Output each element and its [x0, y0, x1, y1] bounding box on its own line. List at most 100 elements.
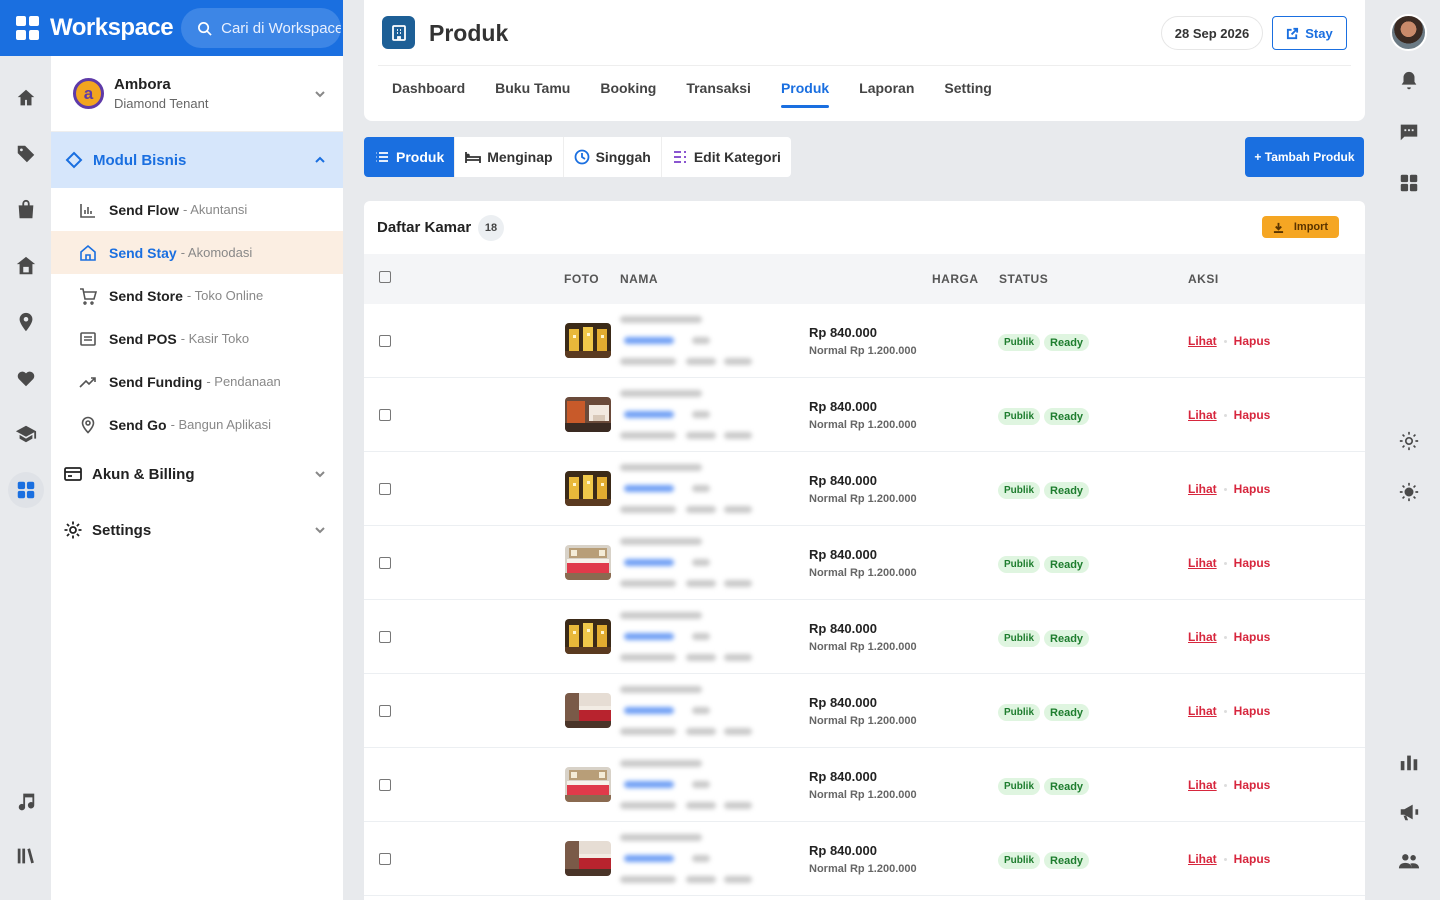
- location-icon: [81, 416, 95, 434]
- view-link[interactable]: Lihat: [1188, 408, 1217, 422]
- select-all-checkbox[interactable]: [379, 271, 391, 283]
- delete-link[interactable]: Hapus: [1234, 778, 1271, 792]
- row-checkbox[interactable]: [379, 705, 391, 717]
- action-cell: Lihat Hapus: [1188, 482, 1270, 496]
- action-cell: Lihat Hapus: [1188, 556, 1270, 570]
- tab-dashboard[interactable]: Dashboard: [392, 80, 465, 108]
- price-value: Rp 840.000: [809, 399, 877, 414]
- library-icon[interactable]: [8, 838, 44, 874]
- view-link[interactable]: Lihat: [1188, 630, 1217, 644]
- bag-icon[interactable]: [8, 192, 44, 228]
- delete-link[interactable]: Hapus: [1234, 852, 1271, 866]
- house-icon[interactable]: [8, 248, 44, 284]
- subtab-singgah[interactable]: Singgah: [564, 137, 662, 177]
- sidebar-item-send-funding[interactable]: Send Funding - Pendanaan: [51, 360, 343, 403]
- room-photo[interactable]: [565, 323, 611, 358]
- settings-label: Settings: [92, 521, 152, 539]
- apps-icon[interactable]: [1397, 171, 1421, 195]
- delete-link[interactable]: Hapus: [1234, 556, 1271, 570]
- sidebar-item-send-flow[interactable]: Send Flow - Akuntansi: [51, 188, 343, 231]
- modul-bisnis-label: Modul Bisnis: [93, 151, 187, 169]
- row-checkbox[interactable]: [379, 483, 391, 495]
- status-badge-publik: Publik: [998, 704, 1041, 721]
- settings-section[interactable]: Settings: [51, 502, 343, 558]
- tag-icon[interactable]: [8, 136, 44, 172]
- subtab-menginap[interactable]: Menginap: [455, 137, 564, 177]
- room-photo[interactable]: [565, 397, 611, 432]
- tab-produk[interactable]: Produk: [780, 80, 830, 108]
- row-checkbox[interactable]: [379, 409, 391, 421]
- view-link[interactable]: Lihat: [1188, 704, 1217, 718]
- user-avatar[interactable]: [1390, 14, 1427, 51]
- view-link[interactable]: Lihat: [1188, 482, 1217, 496]
- home-icon[interactable]: [8, 80, 44, 116]
- import-button[interactable]: Import: [1262, 216, 1339, 238]
- tab-buku-tamu[interactable]: Buku Tamu: [495, 80, 570, 108]
- sidebar: a Ambora Diamond Tenant Modul Bisnis Sen…: [51, 56, 343, 900]
- row-checkbox[interactable]: [379, 853, 391, 865]
- table-row: Rp 840.000 Normal Rp 1.200.000 Publik Re…: [364, 526, 1365, 600]
- room-photo[interactable]: [565, 619, 611, 654]
- tab-transaksi[interactable]: Transaksi: [686, 80, 751, 108]
- modul-bisnis-section[interactable]: Modul Bisnis: [51, 132, 343, 188]
- item-desc: - Kasir Toko: [180, 331, 250, 346]
- sidebar-item-send-store[interactable]: Send Store - Toko Online: [51, 274, 343, 317]
- subtab-edit-kategori[interactable]: Edit Kategori: [662, 137, 791, 177]
- brightness-icon[interactable]: [1397, 480, 1421, 504]
- view-link[interactable]: Lihat: [1188, 852, 1217, 866]
- chart-icon[interactable]: [1397, 750, 1421, 774]
- table-row: Rp 840.000 Normal Rp 1.200.000 Publik Re…: [364, 452, 1365, 526]
- view-link[interactable]: Lihat: [1188, 556, 1217, 570]
- tab-laporan[interactable]: Laporan: [859, 80, 914, 108]
- room-photo[interactable]: [565, 545, 611, 580]
- row-checkbox[interactable]: [379, 335, 391, 347]
- akun-billing-section[interactable]: Akun & Billing: [51, 446, 343, 502]
- sidebar-item-send-go[interactable]: Send Go - Bangun Aplikasi: [51, 403, 343, 446]
- table-row: Rp 840.000 Normal Rp 1.200.000 Publik Re…: [364, 748, 1365, 822]
- people-icon[interactable]: [1397, 849, 1421, 873]
- add-product-button[interactable]: + Tambah Produk: [1245, 137, 1364, 177]
- chat-icon[interactable]: [1397, 120, 1421, 144]
- tenant-switcher[interactable]: a Ambora Diamond Tenant: [51, 56, 343, 132]
- heart-icon[interactable]: [8, 360, 44, 396]
- search-input[interactable]: Cari di Workspace: [181, 8, 342, 48]
- delete-link[interactable]: Hapus: [1234, 334, 1271, 348]
- row-checkbox[interactable]: [379, 631, 391, 643]
- view-link[interactable]: Lihat: [1188, 778, 1217, 792]
- apps-icon[interactable]: [8, 472, 44, 508]
- price-value: Rp 840.000: [809, 769, 877, 784]
- tab-booking[interactable]: Booking: [600, 80, 656, 108]
- room-photo[interactable]: [565, 767, 611, 802]
- price-cell: Rp 840.000 Normal Rp 1.200.000: [809, 695, 917, 727]
- bell-icon[interactable]: [1397, 69, 1421, 93]
- room-photo[interactable]: [565, 841, 611, 876]
- room-photo[interactable]: [565, 693, 611, 728]
- item-desc: - Toko Online: [186, 288, 264, 303]
- brand-title[interactable]: Workspace: [50, 14, 174, 42]
- subtab-produk[interactable]: Produk: [364, 137, 456, 177]
- delete-link[interactable]: Hapus: [1234, 630, 1271, 644]
- right-rail: [1385, 0, 1440, 900]
- view-link[interactable]: Lihat: [1188, 334, 1217, 348]
- delete-link[interactable]: Hapus: [1234, 408, 1271, 422]
- location-icon[interactable]: [8, 304, 44, 340]
- price-cell: Rp 840.000 Normal Rp 1.200.000: [809, 843, 917, 875]
- megaphone-icon[interactable]: [1397, 800, 1421, 824]
- sidebar-item-send-pos[interactable]: Send POS - Kasir Toko: [51, 317, 343, 360]
- music-icon[interactable]: [8, 783, 44, 819]
- school-icon[interactable]: [8, 416, 44, 452]
- gear-icon[interactable]: [1397, 429, 1421, 453]
- sidebar-item-send-stay[interactable]: Send Stay - Akomodasi: [51, 231, 343, 274]
- room-photo[interactable]: [565, 471, 611, 506]
- receipt-icon: [80, 331, 96, 346]
- separator-dot: [1223, 709, 1227, 713]
- delete-link[interactable]: Hapus: [1234, 482, 1271, 496]
- price-value: Rp 840.000: [809, 325, 877, 340]
- delete-link[interactable]: Hapus: [1234, 704, 1271, 718]
- tab-setting[interactable]: Setting: [944, 80, 991, 108]
- row-checkbox[interactable]: [379, 557, 391, 569]
- stay-button[interactable]: Stay: [1272, 16, 1347, 50]
- room-name-blurred: [620, 684, 760, 738]
- row-checkbox[interactable]: [379, 779, 391, 791]
- apps-logo-icon[interactable]: [16, 16, 40, 40]
